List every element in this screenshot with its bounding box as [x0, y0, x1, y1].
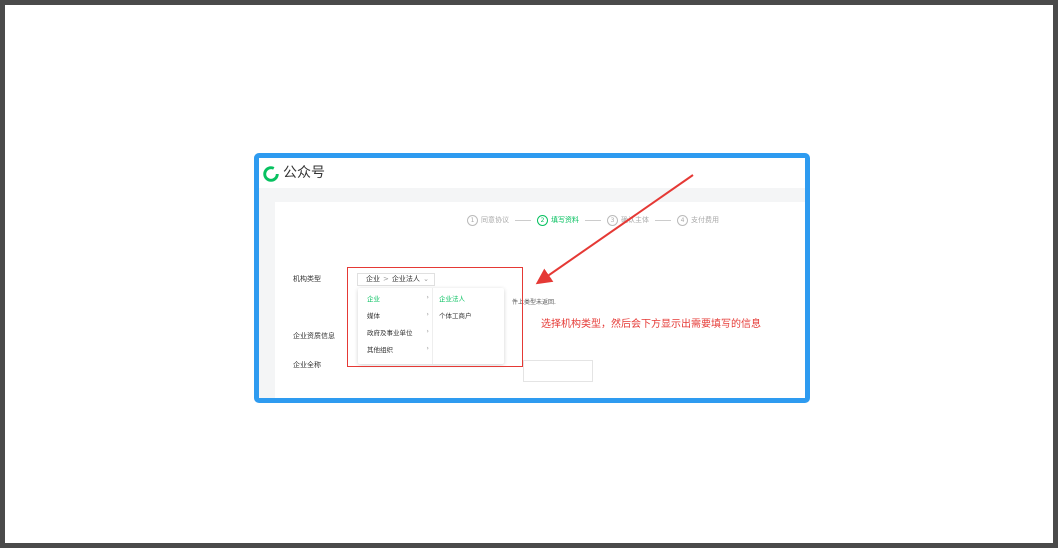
annotation-arrow	[535, 174, 694, 285]
page-content: 1 同意协议 2 填写资料 3 确认主体 4 支付费用 机构类型 企业 > 企业法人…	[259, 158, 805, 398]
